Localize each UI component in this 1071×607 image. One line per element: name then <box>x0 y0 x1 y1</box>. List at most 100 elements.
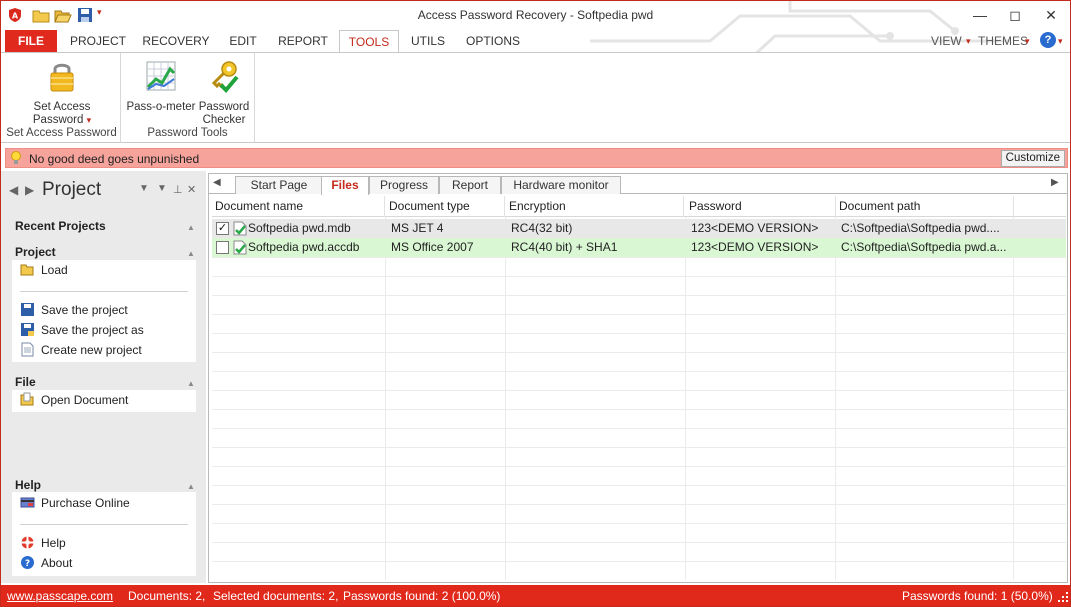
tab-files[interactable]: Files <box>321 176 369 195</box>
column-password[interactable]: Password <box>686 196 836 217</box>
forward-arrow-icon[interactable]: ▶ <box>25 183 34 197</box>
column-document-name[interactable]: Document name <box>212 196 385 217</box>
save-as-disk-icon <box>21 323 34 336</box>
grid-vline <box>685 217 686 580</box>
column-document-type[interactable]: Document type <box>386 196 505 217</box>
tab-recovery[interactable]: RECOVERY <box>141 30 211 52</box>
cell-document-path: C:\Softpedia\Softpedia pwd.a... <box>841 240 1007 254</box>
minimize-button[interactable]: — <box>963 1 997 29</box>
load-item[interactable]: Load <box>20 261 68 279</box>
tab-options[interactable]: OPTIONS <box>463 30 523 52</box>
tabs-scroll-left-icon[interactable]: ◀ <box>213 177 221 188</box>
tab-progress[interactable]: Progress <box>369 176 439 194</box>
file-section-heading[interactable]: File <box>15 375 36 389</box>
grid-line <box>212 542 1066 543</box>
collapse-help-icon[interactable]: ▲ <box>187 482 195 491</box>
column-document-path[interactable]: Document path <box>836 196 1014 217</box>
website-link[interactable]: www.passcape.com <box>7 589 113 603</box>
tab-report[interactable]: REPORT <box>275 30 331 52</box>
documents-count: Documents: 2, <box>128 589 206 603</box>
create-project-label: Create new project <box>41 343 142 357</box>
recent-projects-heading[interactable]: Recent Projects <box>15 219 106 233</box>
help-item[interactable]: Help <box>20 534 66 552</box>
set-access-dropdown-icon[interactable]: ▾ <box>87 115 92 125</box>
cell-encryption: RC4(32 bit) <box>511 221 573 235</box>
tab-report-doc[interactable]: Report <box>439 176 501 194</box>
status-bar: www.passcape.com Documents: 2, Selected … <box>1 585 1070 606</box>
app-window: A ▾ Access Password Recovery - Softpedia… <box>0 0 1071 607</box>
row-checkbox-checked[interactable]: ✓ <box>216 222 229 235</box>
collapse-project-icon[interactable]: ▲ <box>187 249 195 258</box>
tab-tools[interactable]: TOOLS <box>339 30 399 53</box>
grid-line <box>212 485 1066 486</box>
tab-hardware-monitor[interactable]: Hardware monitor <box>501 176 621 194</box>
tab-project[interactable]: PROJECT <box>67 30 129 52</box>
column-encryption[interactable]: Encryption <box>506 196 684 217</box>
grid-line <box>212 352 1066 353</box>
table-row[interactable]: Softpedia pwd.accdb MS Office 2007 RC4(4… <box>212 238 1066 257</box>
purchase-online-item[interactable]: Purchase Online <box>20 494 130 512</box>
tab-file[interactable]: FILE <box>5 30 57 52</box>
collapse-recent-icon[interactable]: ▲ <box>187 223 195 232</box>
panel-dropdown-icon[interactable]: ▼ <box>139 183 149 194</box>
view-dropdown-icon[interactable]: ▾ <box>966 30 971 52</box>
save-project-item[interactable]: Save the project <box>20 301 128 319</box>
grid-line <box>212 447 1066 448</box>
table-header: Document name Document type Encryption P… <box>212 196 1066 217</box>
lifebuoy-icon <box>21 536 34 549</box>
lightbulb-icon <box>11 151 21 164</box>
resize-grip-icon[interactable] <box>1057 591 1069 603</box>
create-project-item[interactable]: Create new project <box>20 341 142 359</box>
collapse-file-icon[interactable]: ▲ <box>187 379 195 388</box>
set-access-password-line1: Set Access <box>33 101 91 113</box>
grid-line <box>212 390 1066 391</box>
maximize-button[interactable]: ◻ <box>998 1 1032 29</box>
view-menu[interactable]: VIEW <box>931 30 962 52</box>
row-checkbox-unchecked[interactable] <box>216 241 229 254</box>
help-dropdown-icon[interactable]: ▾ <box>1058 30 1063 52</box>
project-panel-header: ◀ ▶ Project ▼ ▼ ⊥ ✕ <box>1 171 206 207</box>
project-section-heading[interactable]: Project <box>15 245 56 259</box>
close-button[interactable]: ✕ <box>1034 1 1068 29</box>
ribbon-tabs: FILE PROJECT RECOVERY EDIT REPORT TOOLS … <box>1 30 1070 53</box>
save-project-label: Save the project <box>41 303 128 317</box>
set-access-password-button[interactable]: Set Access Password ▾ <box>17 57 107 127</box>
open-document-item[interactable]: Open Document <box>20 391 128 409</box>
passwords-found-right: Passwords found: 1 (50.0%) <box>902 589 1053 603</box>
grid-line <box>212 276 1066 277</box>
open-document-icon <box>20 392 34 406</box>
about-item[interactable]: ? About <box>20 554 72 572</box>
documents-table: Document name Document type Encryption P… <box>212 196 1066 580</box>
info-message: No good deed goes unpunished <box>29 152 200 166</box>
tabs-scroll-right-icon[interactable]: ▶ <box>1051 177 1059 188</box>
tab-edit[interactable]: EDIT <box>223 30 263 52</box>
themes-menu[interactable]: THEMES <box>978 30 1028 52</box>
panel-menu-icon[interactable]: ▼ <box>157 183 167 194</box>
grid-line <box>212 561 1066 562</box>
pass-o-meter-button[interactable]: Pass-o-meter <box>125 57 197 114</box>
purchase-online-label: Purchase Online <box>41 496 130 510</box>
help-section-heading[interactable]: Help <box>15 478 41 492</box>
table-row[interactable]: ✓ Softpedia pwd.mdb MS JET 4 RC4(32 bit)… <box>212 219 1066 238</box>
grid-vline <box>385 217 386 580</box>
password-checker-line2: Checker <box>202 114 246 126</box>
group-caption-set-access-password: Set Access Password <box>6 127 117 139</box>
panel-close-icon[interactable]: ✕ <box>187 183 196 196</box>
password-checker-button[interactable]: Password Checker <box>195 57 253 127</box>
grid-vline <box>1013 217 1014 580</box>
tab-start-page[interactable]: Start Page <box>235 176 323 194</box>
save-disk-icon <box>21 303 34 316</box>
back-arrow-icon[interactable]: ◀ <box>9 183 18 197</box>
separator <box>20 524 188 525</box>
themes-dropdown-icon[interactable]: ▾ <box>1025 30 1030 52</box>
tab-utils[interactable]: UTILS <box>405 30 451 52</box>
password-checker-line1: Password <box>198 101 250 113</box>
customize-button[interactable]: Customize <box>1000 150 1065 167</box>
cell-document-path: C:\Softpedia\Softpedia pwd.... <box>841 221 1000 235</box>
window-title: Access Password Recovery - Softpedia pwd <box>417 8 654 22</box>
save-project-as-item[interactable]: Save the project as <box>20 321 144 339</box>
pin-icon[interactable]: ⊥ <box>173 183 183 196</box>
help-circle-icon[interactable]: ? <box>1040 32 1056 48</box>
help-actions-box: Purchase Online Help ? About <box>12 492 196 576</box>
grid-line <box>212 466 1066 467</box>
